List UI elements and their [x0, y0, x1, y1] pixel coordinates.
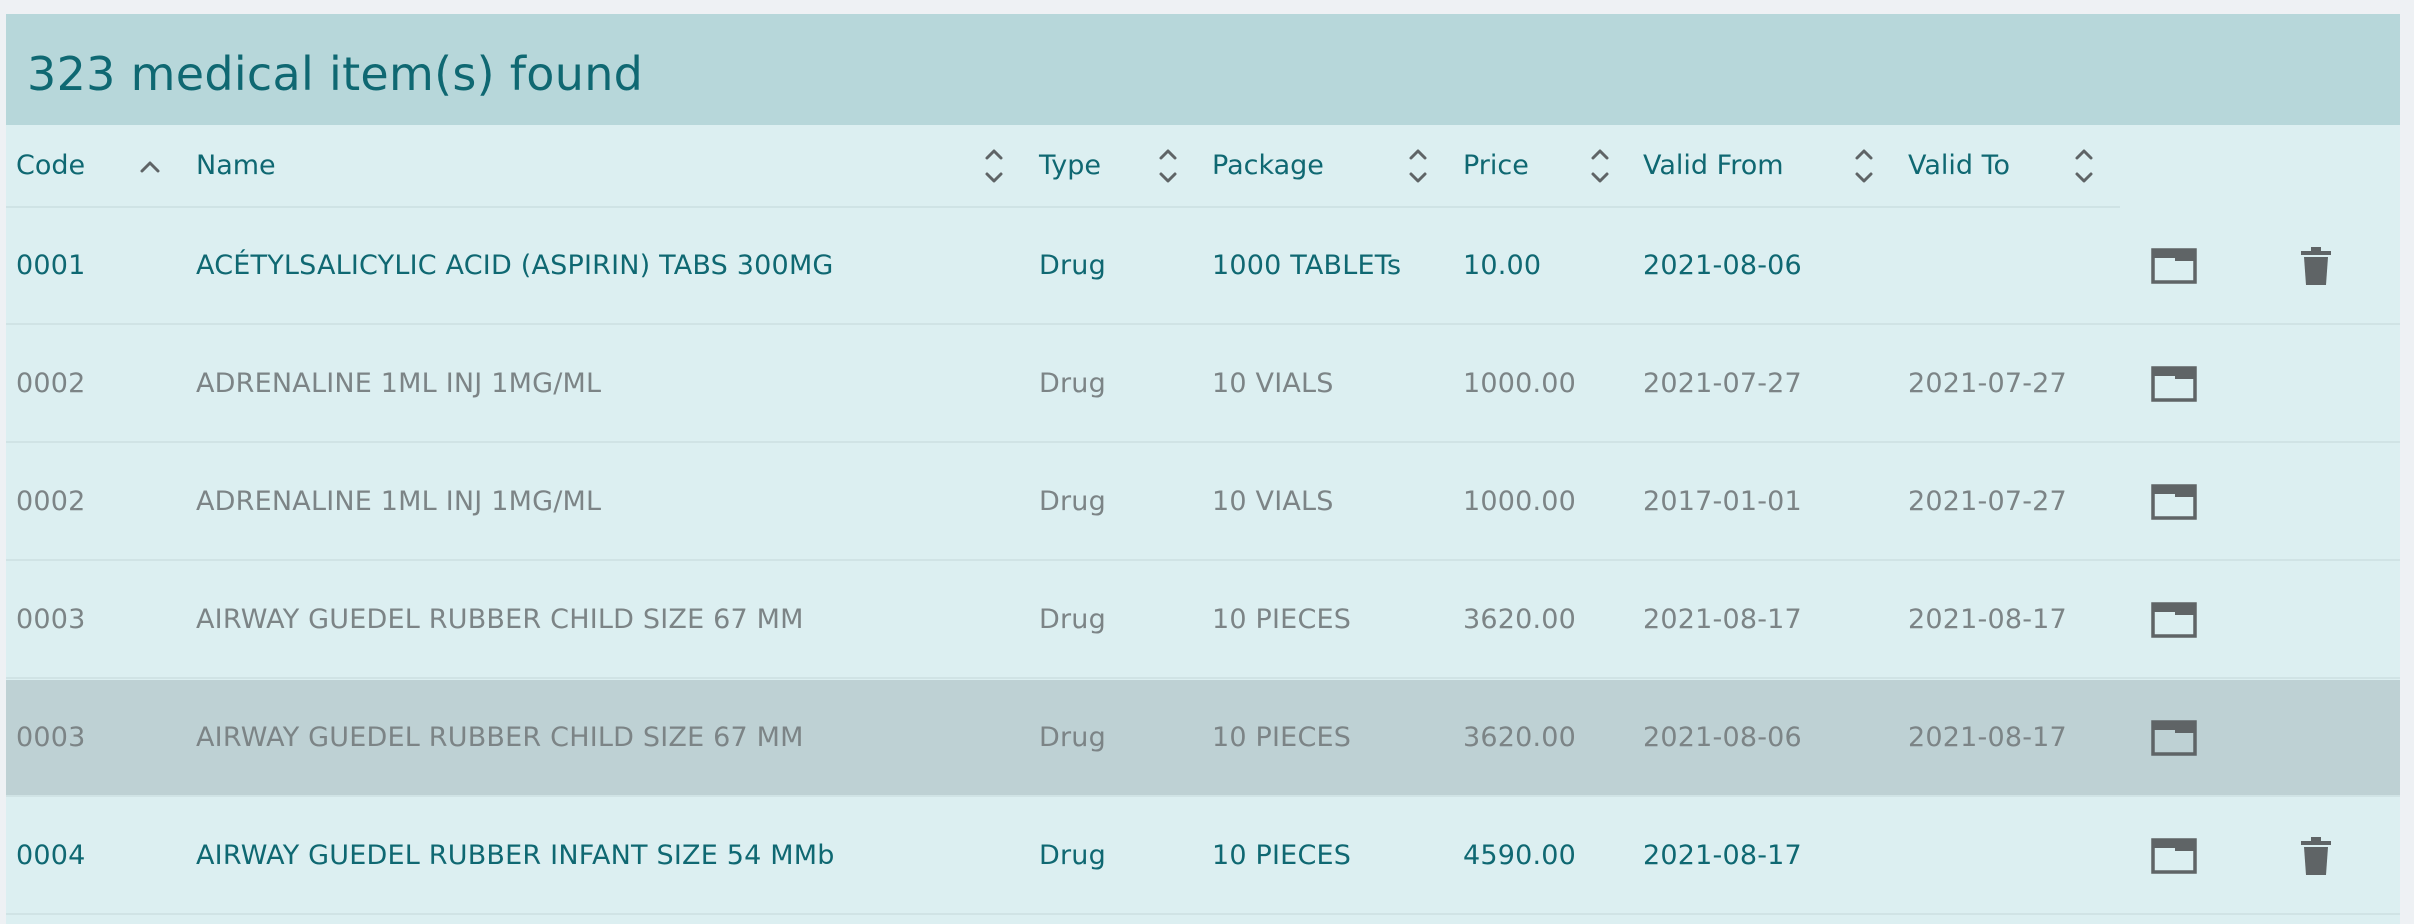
cell-name: ACÉTYLSALICYLIC ACID (ASPIRIN) TABS 300M… [196, 250, 834, 281]
table-row[interactable]: 0002 ADRENALINE 1ML INJ 1MG/ML Drug 10 VIAL… [6, 326, 2400, 443]
cell-price: 1000.00 [1463, 486, 1577, 517]
cell-package: 10 VIALS [1212, 486, 1334, 517]
cell-type: Drug [1039, 604, 1106, 635]
cell-valid-to: 2021-07-27 [1908, 486, 2067, 517]
cell-valid-to: 2021-07-27 [1908, 368, 2067, 399]
column-header-package[interactable]: Package [1212, 125, 1324, 206]
cell-valid-from: 2021-08-17 [1643, 604, 1802, 635]
sort-chevrons-icon[interactable] [2072, 145, 2096, 187]
sort-chevrons-icon[interactable] [982, 145, 1006, 187]
results-header: 323 medical item(s) found [6, 14, 2400, 125]
cell-price: 1000.00 [1463, 368, 1577, 399]
trash-icon[interactable] [2301, 208, 2331, 323]
cell-valid-from: 2021-08-06 [1643, 722, 1802, 753]
cell-price: 10.00 [1463, 250, 1542, 281]
cell-name: AIRWAY GUEDEL RUBBER CHILD SIZE 67 MM [196, 722, 804, 753]
open-window-icon[interactable] [2151, 208, 2197, 323]
cell-valid-to: 2021-08-17 [1908, 722, 2067, 753]
cell-type: Drug [1039, 250, 1106, 281]
cell-valid-from: 2017-01-01 [1643, 486, 1802, 517]
cell-valid-from: 2021-08-06 [1643, 250, 1802, 281]
cell-package: 10 PIECES [1212, 722, 1352, 753]
column-header-valid-from[interactable]: Valid From [1643, 125, 1784, 206]
cell-code: 0004 [16, 840, 86, 871]
open-window-icon[interactable] [2151, 680, 2197, 795]
cell-code: 0003 [16, 722, 86, 753]
trash-icon[interactable] [2301, 798, 2331, 913]
cell-package: 10 PIECES [1212, 840, 1352, 871]
cell-package: 1000 TABLETs [1212, 250, 1402, 281]
cell-type: Drug [1039, 840, 1106, 871]
cell-type: Drug [1039, 722, 1106, 753]
open-window-icon[interactable] [2151, 798, 2197, 913]
table-header: Code Name Type Package Price Valid From Valid … [6, 125, 2120, 208]
cell-valid-to: 2021-08-17 [1908, 604, 2067, 635]
table-row[interactable]: 0001 ACÉTYLSALICYLIC ACID (ASPIRIN) TABS … [6, 208, 2400, 325]
column-header-code[interactable]: Code [16, 125, 85, 206]
medical-items-panel: 323 medical item(s) found Code Name Type Pa… [6, 14, 2400, 924]
cell-package: 10 PIECES [1212, 604, 1352, 635]
table-row[interactable]: 0003 AIRWAY GUEDEL RUBBER CHILD SIZE 67 M… [6, 680, 2400, 797]
cell-name: ADRENALINE 1ML INJ 1MG/ML [196, 486, 602, 517]
column-header-type[interactable]: Type [1039, 125, 1101, 206]
column-header-name[interactable]: Name [196, 125, 276, 206]
sort-chevrons-icon[interactable] [1156, 145, 1180, 187]
table-row[interactable]: 0002 ADRENALINE 1ML INJ 1MG/ML Drug 10 VIAL… [6, 444, 2400, 561]
sort-chevrons-icon[interactable] [1588, 145, 1612, 187]
cell-price: 3620.00 [1463, 722, 1577, 753]
results-count-title: 323 medical item(s) found [27, 46, 644, 101]
cell-name: AIRWAY GUEDEL RUBBER CHILD SIZE 67 MM [196, 604, 804, 635]
cell-name: AIRWAY GUEDEL RUBBER INFANT SIZE 54 MMb [196, 840, 835, 871]
cell-price: 4590.00 [1463, 840, 1577, 871]
table-row[interactable]: 0003 AIRWAY GUEDEL RUBBER CHILD SIZE 67 M… [6, 562, 2400, 679]
column-header-valid-to[interactable]: Valid To [1908, 125, 2010, 206]
cell-package: 10 VIALS [1212, 368, 1334, 399]
sort-chevrons-icon[interactable] [1406, 145, 1430, 187]
open-window-icon[interactable] [2151, 562, 2197, 677]
open-window-icon[interactable] [2151, 326, 2197, 441]
cell-name: ADRENALINE 1ML INJ 1MG/ML [196, 368, 602, 399]
cell-type: Drug [1039, 486, 1106, 517]
cell-type: Drug [1039, 368, 1106, 399]
cell-code: 0002 [16, 368, 86, 399]
sort-chevrons-icon[interactable] [1852, 145, 1876, 187]
cell-valid-from: 2021-07-27 [1643, 368, 1802, 399]
open-window-icon[interactable] [2151, 444, 2197, 559]
cell-price: 3620.00 [1463, 604, 1577, 635]
chevron-up-icon[interactable] [138, 145, 162, 187]
cell-valid-from: 2021-08-17 [1643, 840, 1802, 871]
cell-code: 0001 [16, 250, 86, 281]
cell-code: 0003 [16, 604, 86, 635]
cell-code: 0002 [16, 486, 86, 517]
column-header-price[interactable]: Price [1463, 125, 1529, 206]
table-row[interactable]: 0004 AIRWAY GUEDEL RUBBER INFANT SIZE 54 … [6, 798, 2400, 915]
